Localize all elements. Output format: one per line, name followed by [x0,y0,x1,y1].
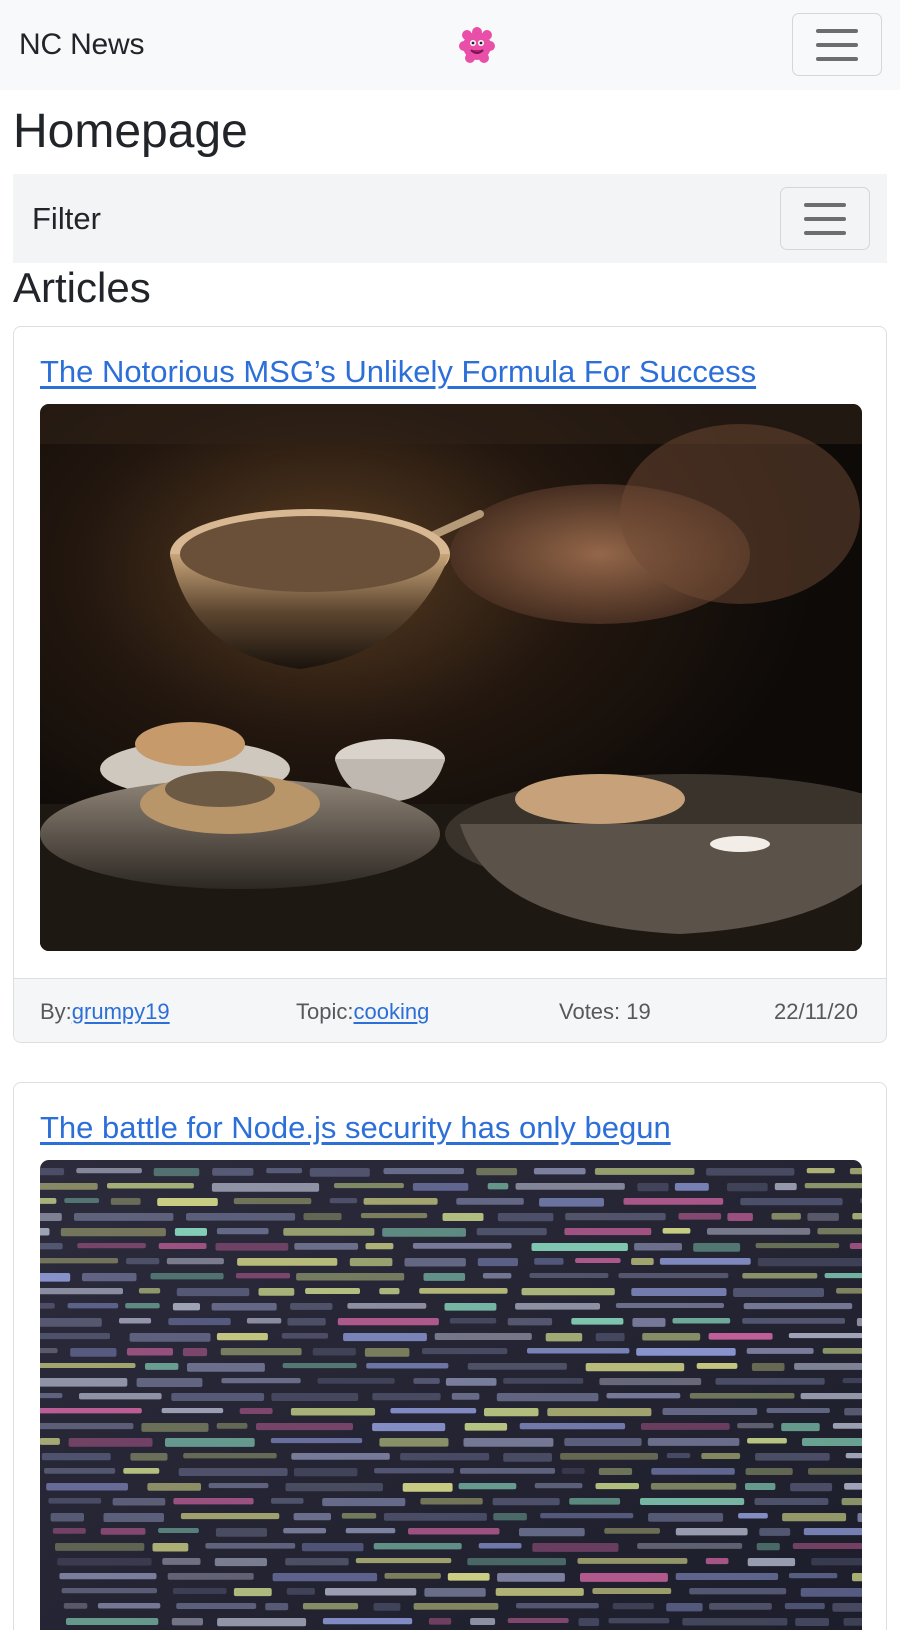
article-card: The Notorious MSG’s Unlikely Formula For… [13,326,887,1043]
author-label: By: [40,999,72,1024]
article-meta-footer: By:grumpy19 Topic:cooking Votes: 19 22/1… [14,978,886,1042]
navbar-menu-button[interactable] [792,13,882,76]
hamburger-menu-icon [816,28,858,61]
navbar: NC News [0,0,900,90]
filter-label[interactable]: Filter [32,201,101,237]
topic-label: Topic: [296,999,354,1024]
topic-meta: Topic:cooking [296,999,429,1025]
page-title: Homepage [13,105,248,158]
article-title-link[interactable]: The Notorious MSG’s Unlikely Formula For… [40,354,756,390]
author-link[interactable]: grumpy19 [72,999,170,1024]
hamburger-menu-icon [804,202,846,235]
article-title-link[interactable]: The battle for Node.js security has only… [40,1110,671,1146]
article-date: 22/11/20 [774,999,859,1024]
articles-heading: Articles [13,264,151,311]
pink-monster-logo-icon[interactable] [455,24,499,68]
brand-link[interactable]: NC News [19,28,144,62]
votes-count: Votes: 19 [559,999,651,1024]
filter-bar: Filter [13,174,887,263]
author-meta: By:grumpy19 [40,999,170,1025]
code-screen-photo[interactable] [40,1160,862,1630]
topic-link[interactable]: cooking [353,999,429,1024]
article-card: The battle for Node.js security has only… [13,1082,887,1630]
filter-menu-button[interactable] [780,187,870,250]
kitchen-cooking-photo[interactable] [40,404,862,951]
